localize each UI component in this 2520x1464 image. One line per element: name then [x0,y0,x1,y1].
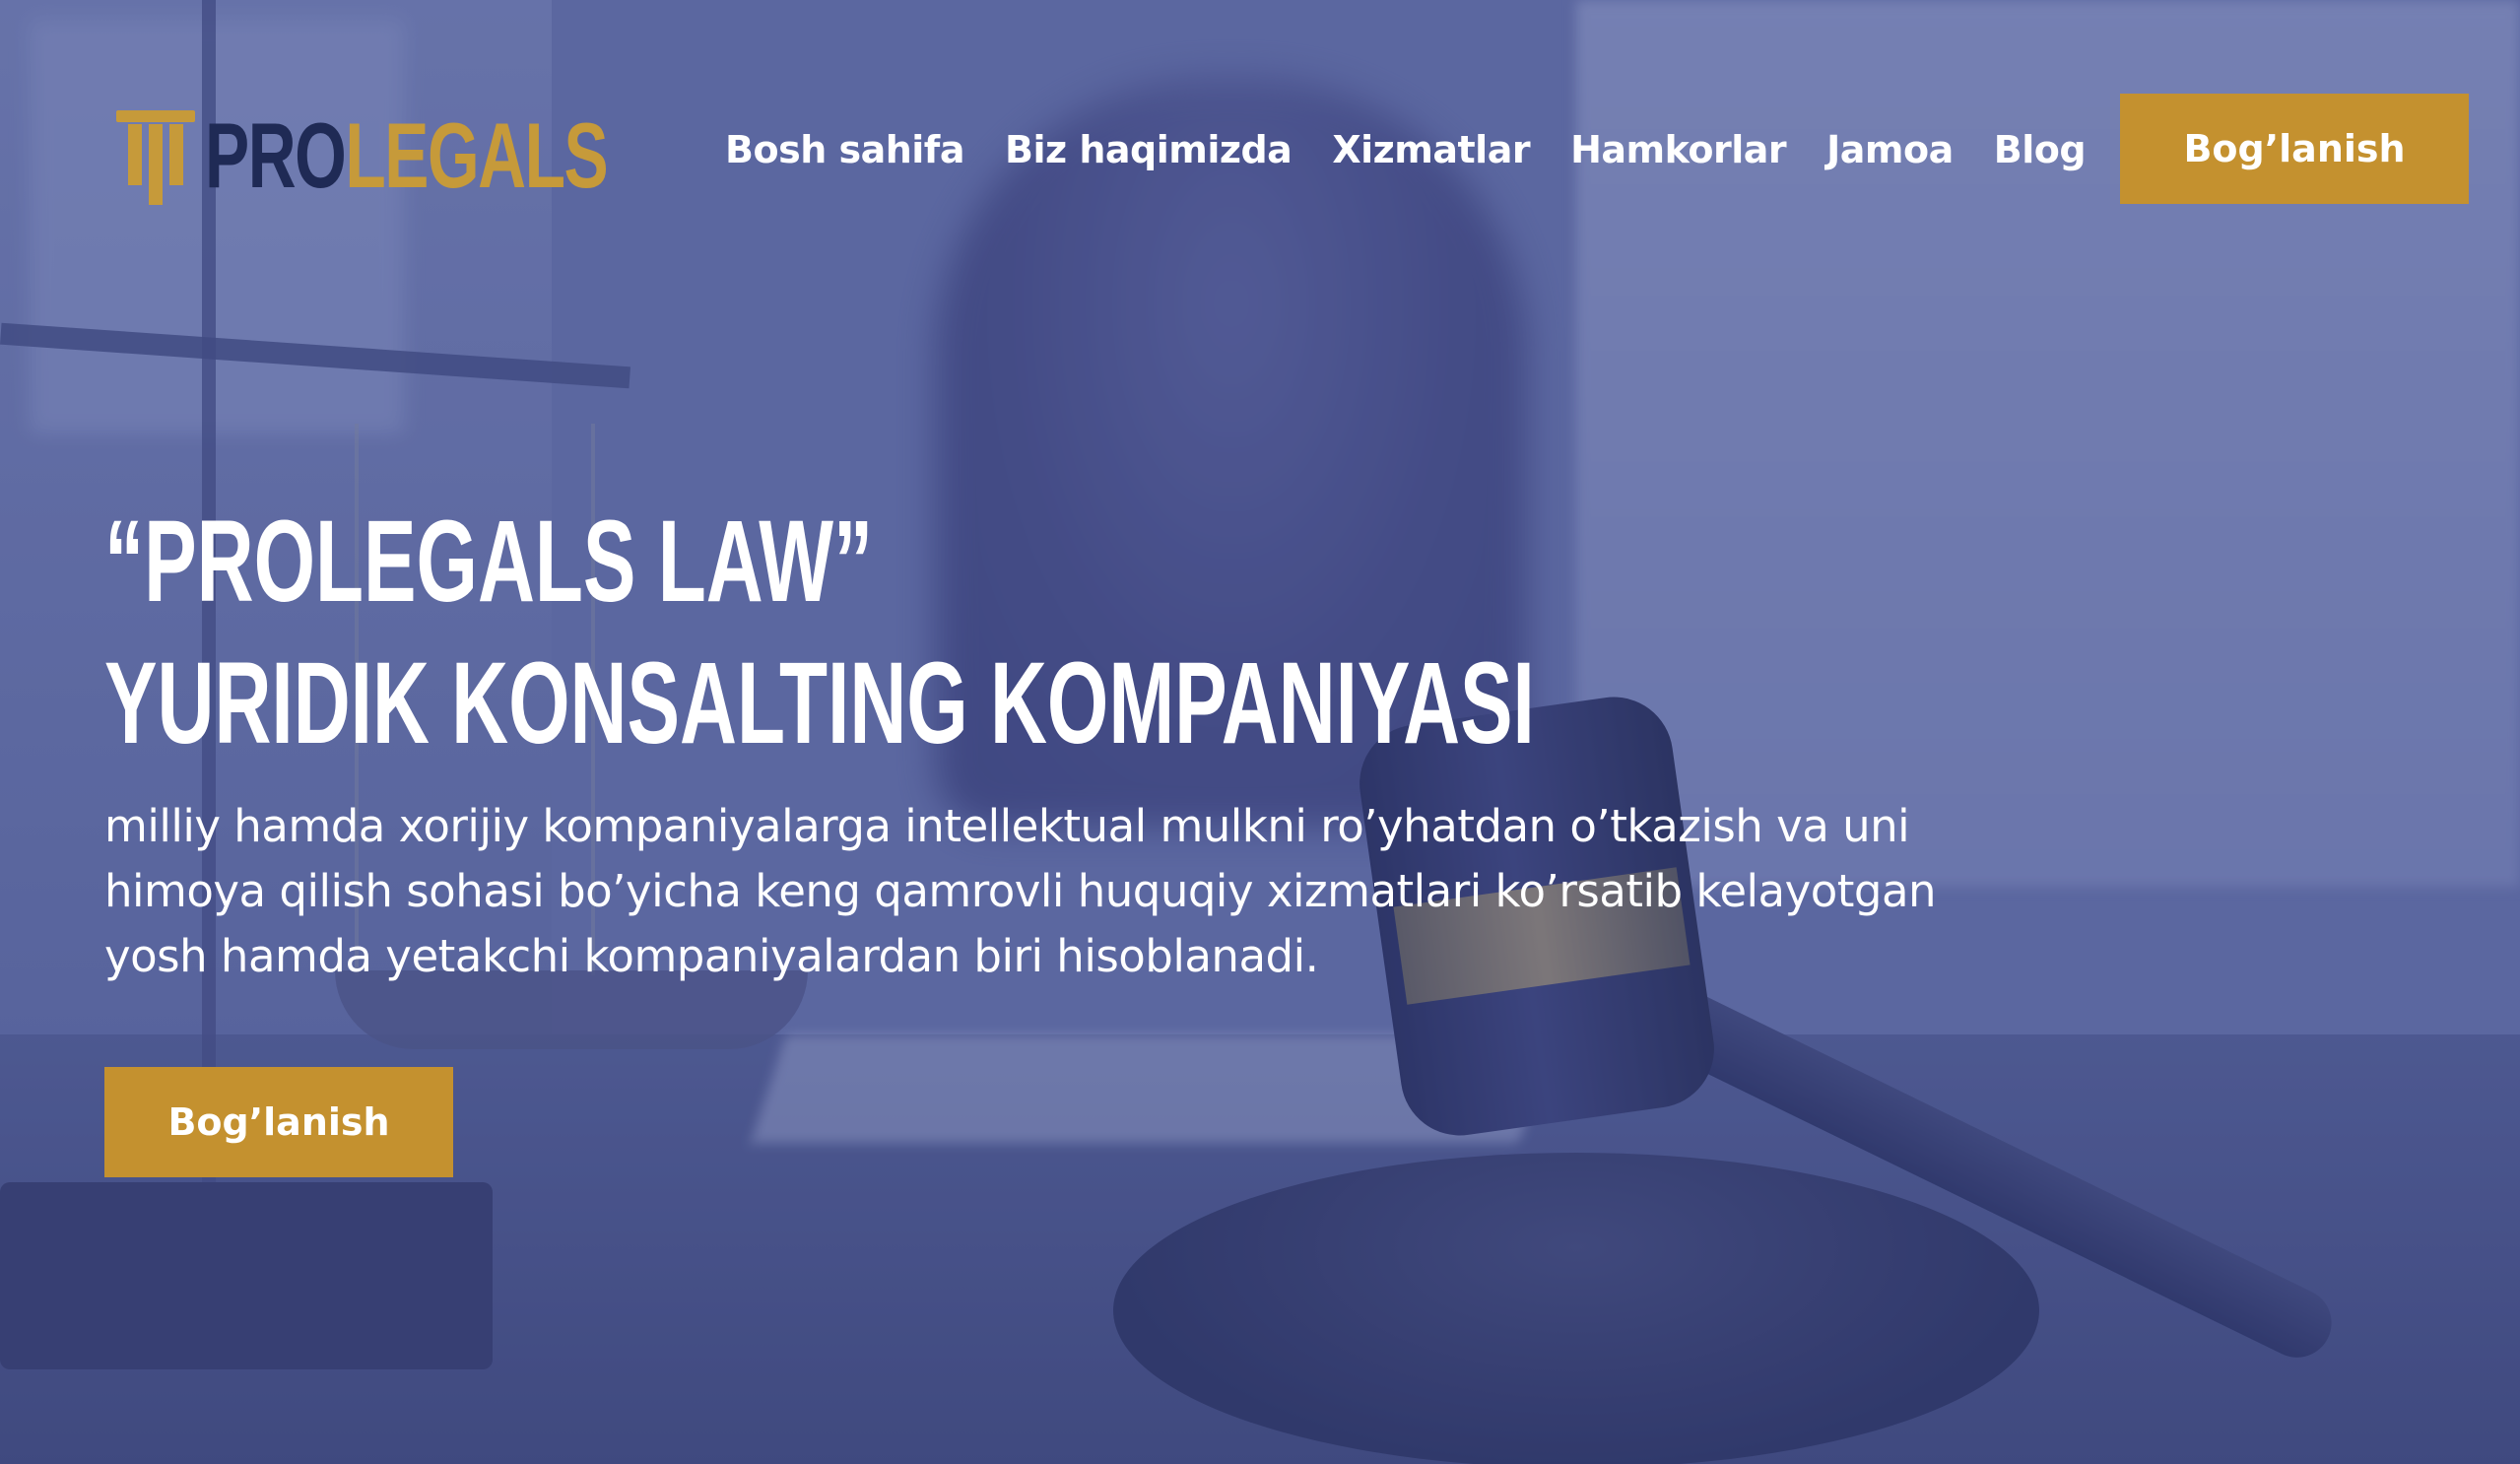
pillar-icon [116,106,195,205]
hero-description-line-1: milliy hamda xorijiy kompaniyalarga inte… [104,800,1910,852]
hero-description-line-3: yosh hamda yetakchi kompaniyalardan biri… [104,930,1319,982]
nav-item-team[interactable]: Jamoa [1826,128,1954,171]
logo-text-legals: LEGALS [345,103,608,207]
contact-button-header[interactable]: Bog’lanish [2120,94,2469,204]
logo-text-pro: PRO [205,103,347,207]
hero-description-line-2: himoya qilish sohasi bo’yicha keng qamro… [104,865,1937,917]
hero-title: “PROLEGALS LAW” YURIDIK KONSALTING KOMPA… [104,491,1535,774]
hero-title-line-2: YURIDIK KONSALTING KOMPANIYASI [104,638,1535,768]
logo[interactable]: PROLEGALS [116,106,763,205]
contact-button-hero[interactable]: Bog’lanish [104,1067,453,1177]
nav-item-services[interactable]: Xizmatlar [1332,128,1530,171]
main-nav: Bosh sahifa Biz haqimizda Xizmatlar Hamk… [725,118,2087,181]
hero-description: milliy hamda xorijiy kompaniyalarga inte… [104,794,2075,989]
logo-text: PROLEGALS [205,109,609,202]
nav-item-home[interactable]: Bosh sahifa [725,128,964,171]
site-header: PROLEGALS Bosh sahifa Biz haqimizda Xizm… [0,0,2520,296]
nav-item-blog[interactable]: Blog [1994,128,2087,171]
nav-item-about[interactable]: Biz haqimizda [1005,128,1293,171]
hero-title-line-1: “PROLEGALS LAW” [104,497,874,627]
nav-item-partners[interactable]: Hamkorlar [1570,128,1787,171]
hero-section: PROLEGALS Bosh sahifa Biz haqimizda Xizm… [0,0,2520,1464]
